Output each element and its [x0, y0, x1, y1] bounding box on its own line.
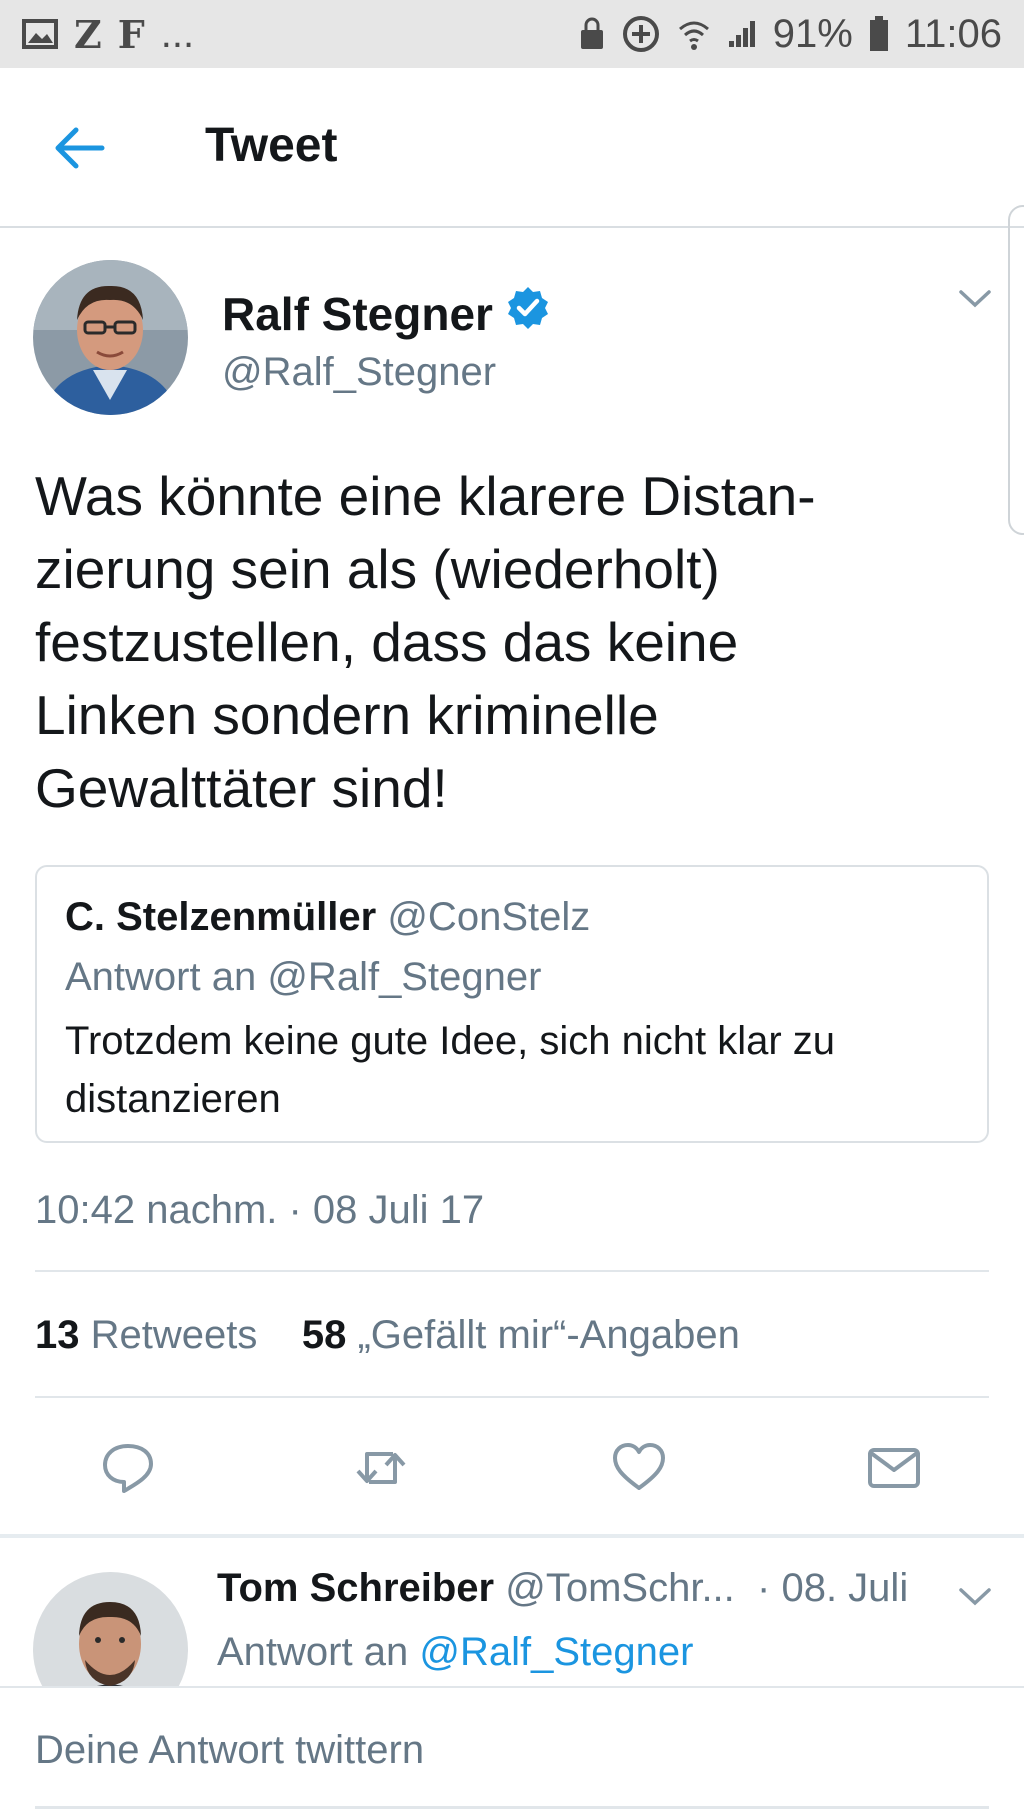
verified-badge-icon: [505, 285, 551, 342]
wifi-icon: [677, 17, 711, 51]
battery-icon: [869, 16, 889, 52]
reply-icon[interactable]: [100, 1440, 156, 1496]
quoted-reply-to: Antwort an @Ralf_Stegner: [65, 955, 542, 999]
status-bar: Z F ... 91% 11:06: [0, 0, 1024, 68]
app-notification-f-icon: F: [117, 11, 145, 57]
lock-icon: [579, 17, 605, 51]
app-bar: Tweet: [0, 68, 1024, 228]
gallery-icon: [22, 18, 58, 50]
chevron-down-icon[interactable]: [958, 288, 992, 315]
author-handle[interactable]: @Ralf_Stegner: [222, 350, 496, 395]
reply-compose-input[interactable]: Deine Antwort twittern: [35, 1728, 424, 1773]
mail-icon[interactable]: [866, 1440, 922, 1496]
quoted-tweet-header: C. Stelzenmüller @ConStelz: [65, 895, 590, 940]
reply-date: · 08. Juli: [757, 1566, 909, 1610]
status-bar-right: 91% 11:06: [579, 12, 1002, 57]
data-saver-icon: [621, 14, 661, 54]
tweet-text: Was könnte eine klarere Distan- zierung …: [35, 465, 816, 819]
tweet-timestamp: 10:42 nachm. · 08 Juli 17: [35, 1188, 485, 1232]
divider: [35, 1270, 989, 1272]
clock: 11:06: [904, 11, 1002, 56]
divider: [35, 1396, 989, 1398]
quoted-tweet[interactable]: C. Stelzenmüller @ConStelz Antwort an @R…: [35, 865, 989, 1143]
section-divider: [0, 1534, 1024, 1538]
like-count: 58: [301, 1313, 347, 1357]
page-title: Tweet: [205, 119, 338, 172]
compose-bar: Deine Antwort twittern: [0, 1686, 1024, 1820]
quoted-author-handle: @ConStelz: [387, 895, 591, 939]
app-notification-z-icon: Z: [74, 11, 102, 57]
retweet-count: 13: [35, 1313, 80, 1357]
signal-icon: [727, 19, 757, 49]
heart-icon[interactable]: [611, 1440, 667, 1496]
arrow-left-icon[interactable]: [50, 124, 108, 172]
avatar[interactable]: [33, 260, 188, 415]
scrollbar[interactable]: [1008, 205, 1024, 535]
status-bar-left: Z F ...: [22, 12, 194, 57]
quoted-tweet-text: Trotzdem keine gute Idee, sich nicht kla…: [65, 1019, 835, 1121]
compose-underline: [35, 1806, 989, 1809]
reply-to-line: Antwort an @Ralf_Stegner: [217, 1630, 693, 1675]
retweets-label: Retweets: [90, 1313, 258, 1357]
author-name[interactable]: Ralf Stegner: [222, 285, 551, 342]
retweets-stat[interactable]: 13 Retweets: [35, 1313, 257, 1357]
reply-author-name[interactable]: Tom Schreiber: [217, 1566, 494, 1610]
engagement-stats: 13 Retweets 58 „Gefällt mir“-Angaben: [35, 1313, 740, 1358]
likes-label: „Gefällt mir“-Angaben: [357, 1313, 740, 1357]
author-name-text: Ralf Stegner: [222, 287, 493, 340]
reply-author-handle[interactable]: @TomSchr...: [505, 1566, 735, 1610]
likes-stat[interactable]: 58 „Gefällt mir“-Angaben: [302, 1313, 740, 1357]
chevron-down-icon[interactable]: [958, 1586, 992, 1613]
reply-to-handle-link[interactable]: @Ralf_Stegner: [419, 1630, 693, 1674]
reply-header: Tom Schreiber @TomSchr... · 08. Juli: [217, 1566, 908, 1611]
battery-percent: 91%: [772, 11, 853, 56]
reply-to-prefix: Antwort an: [217, 1630, 409, 1674]
more-notifications-icon: ...: [160, 11, 195, 56]
quoted-author-name: C. Stelzenmüller: [65, 895, 377, 939]
retweet-icon[interactable]: [353, 1440, 409, 1496]
